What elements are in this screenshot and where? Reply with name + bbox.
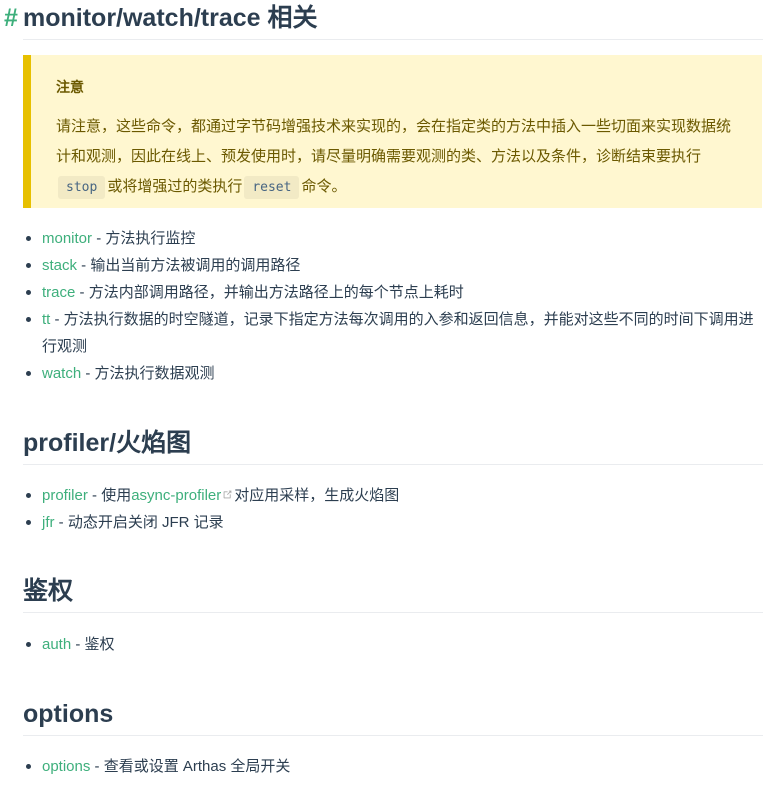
section-heading-monitor: # monitor/watch/trace 相关: [4, 1, 763, 40]
command-desc: - 动态开启关闭 JFR 记录: [54, 514, 224, 531]
command-desc: - 使用: [87, 487, 132, 504]
bullet-icon: [26, 764, 31, 769]
command-desc: - 方法内部调用路径，并输出方法路径上的每个节点上耗时: [75, 284, 464, 301]
list-item: options - 查看或设置 Arthas 全局开关: [23, 753, 763, 780]
bullet-icon: [26, 290, 31, 295]
bullet-icon: [26, 642, 31, 647]
command-link-stack[interactable]: stack: [42, 257, 77, 274]
command-link-trace[interactable]: trace: [42, 284, 75, 301]
heading-text: profiler/火焰图: [23, 429, 192, 457]
list-item: auth - 鉴权: [23, 631, 763, 658]
external-link-icon: [222, 482, 233, 509]
bullet-icon: [26, 371, 31, 376]
tip-body: 请注意，这些命令，都通过字节码增强技术来实现的，会在指定类的方法中插入一些切面来…: [56, 112, 742, 203]
heading-text: options: [23, 700, 114, 728]
section-heading-profiler: profiler/火焰图: [23, 426, 763, 465]
command-desc: - 鉴权: [71, 636, 115, 653]
command-link-options[interactable]: options: [42, 758, 90, 775]
list-item: watch - 方法执行数据观测: [23, 360, 763, 387]
command-link-profiler[interactable]: profiler: [42, 487, 88, 504]
list-item: jfr - 动态开启关闭 JFR 记录: [23, 509, 763, 536]
section-heading-options: options: [23, 697, 763, 736]
tip-text-2: 或将增强过的类执行: [107, 178, 243, 195]
code-stop: stop: [58, 176, 106, 199]
list-item: trace - 方法内部调用路径，并输出方法路径上的每个节点上耗时: [23, 279, 763, 306]
command-desc: 对应用采样，生成火焰图: [234, 487, 400, 504]
code-reset: reset: [244, 176, 300, 199]
command-link-monitor[interactable]: monitor: [42, 230, 92, 247]
tip-title: 注意: [56, 79, 84, 95]
list-item: tt - 方法执行数据的时空隧道，记录下指定方法每次调用的入参和返回信息，并能对…: [23, 306, 763, 360]
command-link-watch[interactable]: watch: [42, 365, 81, 382]
command-desc: - 查看或设置 Arthas 全局开关: [90, 758, 291, 775]
bullet-icon: [26, 317, 31, 322]
monitor-command-list: monitor - 方法执行监控 stack - 输出当前方法被调用的调用路径 …: [23, 225, 763, 387]
heading-text: 鉴权: [23, 577, 74, 605]
tip-text-3: 命令。: [301, 178, 347, 195]
command-link-jfr[interactable]: jfr: [42, 514, 55, 531]
bullet-icon: [26, 236, 31, 241]
tip-text-1: 请注意，这些命令，都通过字节码增强技术来实现的，会在指定类的方法中插入一些切面来…: [56, 118, 732, 165]
options-command-list: options - 查看或设置 Arthas 全局开关: [23, 753, 763, 780]
command-desc: - 方法执行监控: [92, 230, 196, 247]
bullet-icon: [26, 520, 31, 525]
list-item: profiler - 使用async-profiler 对应用采样，生成火焰图: [23, 482, 763, 509]
async-profiler-link[interactable]: async-profiler: [131, 487, 221, 504]
command-desc: - 输出当前方法被调用的调用路径: [77, 257, 301, 274]
section-heading-auth: 鉴权: [23, 574, 763, 613]
bullet-icon: [26, 263, 31, 268]
heading-anchor-link[interactable]: #: [4, 1, 18, 35]
profiler-command-list: profiler - 使用async-profiler 对应用采样，生成火焰图 j…: [23, 482, 763, 536]
list-item: monitor - 方法执行监控: [23, 225, 763, 252]
command-link-auth[interactable]: auth: [42, 636, 71, 653]
command-desc: - 方法执行数据观测: [81, 365, 215, 382]
bullet-icon: [26, 493, 31, 498]
doc-page: # monitor/watch/trace 相关 注意 请注意，这些命令，都通过…: [0, 0, 767, 795]
list-item: stack - 输出当前方法被调用的调用路径: [23, 252, 763, 279]
heading-text: monitor/watch/trace 相关: [23, 4, 318, 32]
warning-tip-box: 注意 请注意，这些命令，都通过字节码增强技术来实现的，会在指定类的方法中插入一些…: [23, 55, 762, 208]
command-desc: - 方法执行数据的时空隧道，记录下指定方法每次调用的入参和返回信息，并能对这些不…: [42, 311, 754, 355]
auth-command-list: auth - 鉴权: [23, 631, 763, 658]
